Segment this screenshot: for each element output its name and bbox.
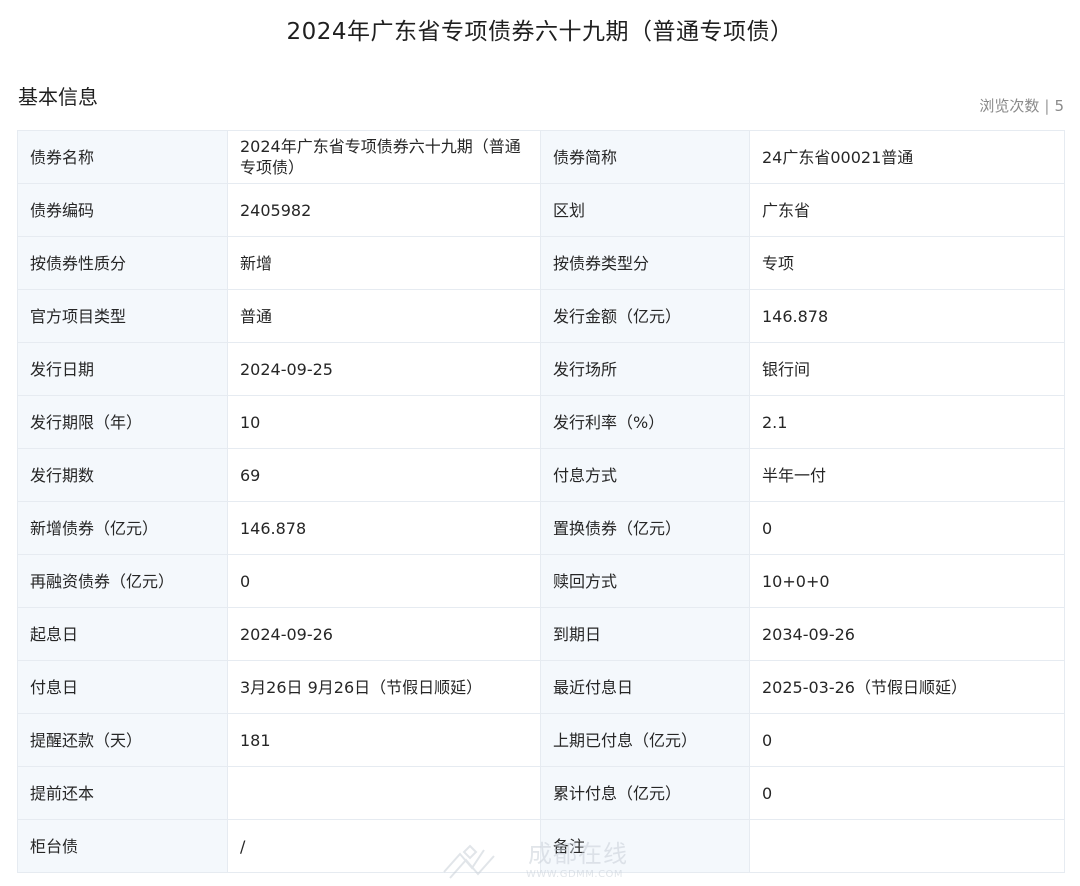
- table-row: 提醒还款（天） 181 上期已付息（亿元） 0: [17, 713, 1065, 767]
- table-row: 官方项目类型 普通 发行金额（亿元） 146.878: [17, 289, 1065, 343]
- field-value: 10: [227, 395, 541, 449]
- bond-info-table: 债券名称 2024年广东省专项债券六十九期（普通专项债） 债券简称 24广东省0002…: [17, 130, 1065, 873]
- field-value: 146.878: [227, 501, 541, 555]
- field-value: 69: [227, 448, 541, 502]
- view-count: 浏览次数 | 5: [979, 95, 1064, 117]
- field-value: 181: [227, 713, 541, 767]
- field-value: 新增: [227, 236, 541, 290]
- field-value: 0: [749, 713, 1065, 767]
- field-value: 146.878: [749, 289, 1065, 343]
- table-row: 债券编码 2405982 区划 广东省: [17, 183, 1065, 237]
- field-value: 广东省: [749, 183, 1065, 237]
- field-value: 半年一付: [749, 448, 1065, 502]
- table-row: 发行日期 2024-09-25 发行场所 银行间: [17, 342, 1065, 396]
- field-value: 24广东省00021普通: [749, 130, 1065, 184]
- field-label: 发行期数: [17, 448, 228, 502]
- field-label: 发行场所: [540, 342, 750, 396]
- field-value: 2405982: [227, 183, 541, 237]
- field-value: [227, 766, 541, 820]
- page-title: 2024年广东省专项债券六十九期（普通专项债）: [286, 19, 794, 45]
- table-row: 发行期数 69 付息方式 半年一付: [17, 448, 1065, 502]
- field-label: 上期已付息（亿元）: [540, 713, 750, 767]
- table-row: 起息日 2024-09-26 到期日 2034-09-26: [17, 607, 1065, 661]
- field-value: 2.1: [749, 395, 1065, 449]
- field-label: 赎回方式: [540, 554, 750, 608]
- field-value: 0: [749, 501, 1065, 555]
- field-label: 柜台债: [17, 819, 228, 873]
- field-value: 2024-09-26: [227, 607, 541, 661]
- field-value: 2034-09-26: [749, 607, 1065, 661]
- field-label: 发行期限（年）: [17, 395, 228, 449]
- table-row: 提前还本 累计付息（亿元） 0: [17, 766, 1065, 820]
- field-label: 备注: [540, 819, 750, 873]
- table-row: 新增债券（亿元） 146.878 置换债券（亿元） 0: [17, 501, 1065, 555]
- view-count-value: 5: [1054, 97, 1064, 115]
- field-label: 官方项目类型: [17, 289, 228, 343]
- field-label: 付息方式: [540, 448, 750, 502]
- field-label: 起息日: [17, 607, 228, 661]
- field-label: 按债券类型分: [540, 236, 750, 290]
- field-label: 提醒还款（天）: [17, 713, 228, 767]
- field-label: 债券简称: [540, 130, 750, 184]
- field-label: 债券编码: [17, 183, 228, 237]
- table-row: 债券名称 2024年广东省专项债券六十九期（普通专项债） 债券简称 24广东省0002…: [17, 130, 1065, 184]
- table-row: 付息日 3月26日 9月26日（节假日顺延） 最近付息日 2025-03-26（节假日…: [17, 660, 1065, 714]
- field-label: 区划: [540, 183, 750, 237]
- field-value: 银行间: [749, 342, 1065, 396]
- bond-info-body: 债券名称 2024年广东省专项债券六十九期（普通专项债） 债券简称 24广东省0002…: [17, 130, 1065, 873]
- field-label: 发行利率（%）: [540, 395, 750, 449]
- field-value: 专项: [749, 236, 1065, 290]
- field-value: 普通: [227, 289, 541, 343]
- field-value: /: [227, 819, 541, 873]
- field-label: 累计付息（亿元）: [540, 766, 750, 820]
- field-label: 按债券性质分: [17, 236, 228, 290]
- field-label: 新增债券（亿元）: [17, 501, 228, 555]
- field-value: 2024年广东省专项债券六十九期（普通专项债）: [227, 130, 541, 184]
- table-row: 发行期限（年） 10 发行利率（%） 2.1: [17, 395, 1065, 449]
- field-label: 发行金额（亿元）: [540, 289, 750, 343]
- field-value: 2025-03-26（节假日顺延）: [749, 660, 1065, 714]
- field-label: 置换债券（亿元）: [540, 501, 750, 555]
- field-value: 3月26日 9月26日（节假日顺延）: [227, 660, 541, 714]
- field-label: 到期日: [540, 607, 750, 661]
- field-value: 0: [227, 554, 541, 608]
- field-label: 提前还本: [17, 766, 228, 820]
- field-value: 0: [749, 766, 1065, 820]
- view-count-label: 浏览次数: [979, 97, 1040, 115]
- field-label: 最近付息日: [540, 660, 750, 714]
- field-label: 债券名称: [17, 130, 228, 184]
- table-row: 按债券性质分 新增 按债券类型分 专项: [17, 236, 1065, 290]
- table-row: 柜台债 / 备注: [17, 819, 1065, 873]
- table-row: 再融资债券（亿元） 0 赎回方式 10+0+0: [17, 554, 1065, 608]
- field-label: 发行日期: [17, 342, 228, 396]
- field-label: 再融资债券（亿元）: [17, 554, 228, 608]
- field-value: 10+0+0: [749, 554, 1065, 608]
- field-value: [749, 819, 1065, 873]
- field-label: 付息日: [17, 660, 228, 714]
- field-value: 2024-09-25: [227, 342, 541, 396]
- section-title: 基本信息: [18, 85, 98, 109]
- view-count-separator: |: [1044, 97, 1050, 115]
